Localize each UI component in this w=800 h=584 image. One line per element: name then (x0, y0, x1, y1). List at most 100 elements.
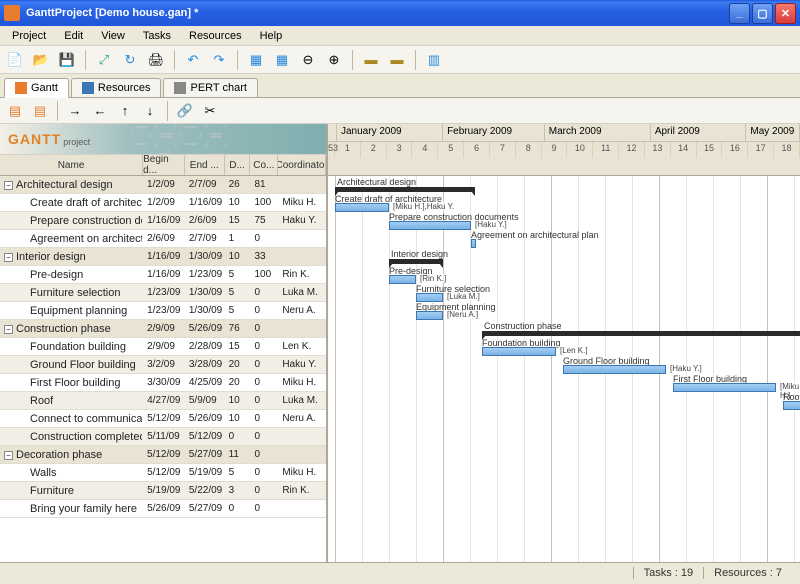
prev-icon[interactable]: ▦ (245, 49, 267, 71)
menu-resources[interactable]: Resources (181, 28, 250, 44)
table-header: Name Begin d... End ... D... Co... Coord… (0, 154, 326, 176)
table-row[interactable]: Connect to communications5/12/095/26/091… (0, 410, 326, 428)
timeline-header: January 2009February 2009March 2009April… (328, 124, 800, 176)
chart-body[interactable]: Architectural designCreate draft of arch… (328, 176, 800, 562)
menu-edit[interactable]: Edit (56, 28, 91, 44)
link-icon[interactable]: 🔗 (174, 100, 196, 122)
maximize-button[interactable]: ▢ (752, 3, 773, 24)
next-icon[interactable]: ▦ (271, 49, 293, 71)
col-name[interactable]: Name (0, 155, 143, 175)
toggle2-icon[interactable]: ▬ (386, 49, 408, 71)
statusbar: Tasks : 19 Resources : 7 (0, 562, 800, 582)
gantt-toolbar: ▤ ▤ → ← ↑ ↓ 🔗 ✂ (0, 98, 800, 124)
zoom-out-icon[interactable]: ⊖ (297, 49, 319, 71)
col-coordinator[interactable]: Coordinator (278, 155, 326, 175)
zoom-fit-icon[interactable]: ⤢ (93, 49, 115, 71)
close-button[interactable]: ✕ (775, 3, 796, 24)
col-duration[interactable]: D... (225, 155, 251, 175)
collapse-icon[interactable]: − (4, 253, 13, 262)
gantt-group-bar[interactable] (482, 331, 800, 336)
col-complete[interactable]: Co... (250, 155, 278, 175)
table-row[interactable]: Equipment planning1/23/091/30/0950Neru A… (0, 302, 326, 320)
redo-icon[interactable]: ↷ (208, 49, 230, 71)
table-row[interactable]: First Floor building3/30/094/25/09200Mik… (0, 374, 326, 392)
logo-banner: GANTT project (0, 124, 326, 154)
col-begin[interactable]: Begin d... (143, 155, 185, 175)
task-new-icon[interactable]: ▤ (4, 100, 26, 122)
tab-gantt[interactable]: Gantt (4, 78, 69, 98)
gantt-task-bar[interactable] (471, 239, 476, 248)
week-cell: 6 (464, 142, 490, 158)
table-row[interactable]: Foundation building2/9/092/28/09150Len K… (0, 338, 326, 356)
table-row[interactable]: −Architectural design1/2/092/7/092681 (0, 176, 326, 194)
table-row[interactable]: Pre-design1/16/091/23/095100Rin K. (0, 266, 326, 284)
gantt-task-bar[interactable] (335, 203, 389, 212)
pert-icon (174, 82, 186, 94)
gantt-task-bar[interactable] (783, 401, 800, 410)
moveup-icon[interactable]: ↑ (114, 100, 136, 122)
gantt-task-bar[interactable] (389, 221, 471, 230)
open-icon[interactable]: 📂 (30, 49, 52, 71)
menu-project[interactable]: Project (4, 28, 54, 44)
week-cell: 9 (542, 142, 568, 158)
month-cell: February 2009 (443, 124, 545, 141)
tab-resources[interactable]: Resources (71, 78, 162, 97)
table-row[interactable]: Ground Floor building3/2/093/28/09200Hak… (0, 356, 326, 374)
resources-icon (82, 82, 94, 94)
table-row[interactable]: Walls5/12/095/19/0950Miku H. (0, 464, 326, 482)
table-row[interactable]: −Construction phase2/9/095/26/09760 (0, 320, 326, 338)
table-row[interactable]: Furniture selection1/23/091/30/0950Luka … (0, 284, 326, 302)
gantt-task-bar[interactable] (563, 365, 666, 374)
menu-help[interactable]: Help (252, 28, 291, 44)
gantt-group-bar[interactable] (335, 187, 475, 192)
undo-icon[interactable]: ↶ (182, 49, 204, 71)
resource-chart-icon[interactable]: ▥ (423, 49, 445, 71)
main-toolbar: 📄 📂 💾 ⤢ ↻ 🖨 ↶ ↷ ▦ ▦ ⊖ ⊕ ▬ ▬ ▥ (0, 46, 800, 74)
zoom-in-icon[interactable]: ⊕ (323, 49, 345, 71)
window-title: GanttProject [Demo house.gan] * (26, 7, 729, 19)
new-icon[interactable]: 📄 (4, 49, 26, 71)
minimize-button[interactable]: _ (729, 3, 750, 24)
gantt-task-bar[interactable] (416, 293, 443, 302)
menu-view[interactable]: View (93, 28, 133, 44)
table-row[interactable]: Prepare construction documents1/16/092/6… (0, 212, 326, 230)
gantt-task-bar[interactable] (482, 347, 556, 356)
collapse-icon[interactable]: − (4, 325, 13, 334)
week-cell: 10 (567, 142, 593, 158)
table-row[interactable]: Create draft of architecture1/2/091/16/0… (0, 194, 326, 212)
table-row[interactable]: Agreement on architectural plan2/6/092/7… (0, 230, 326, 248)
table-row[interactable]: −Decoration phase5/12/095/27/09110 (0, 446, 326, 464)
task-del-icon[interactable]: ▤ (29, 100, 51, 122)
refresh-icon[interactable]: ↻ (119, 49, 141, 71)
resource-label: [Haku Y.] (668, 364, 704, 373)
gantt-label: Interior design (391, 249, 448, 259)
print-icon[interactable]: 🖨 (145, 49, 167, 71)
table-row[interactable]: Construction completed5/11/095/12/0900 (0, 428, 326, 446)
month-cell: March 2009 (545, 124, 651, 141)
table-row[interactable]: Bring your family here5/26/095/27/0900 (0, 500, 326, 518)
table-row[interactable]: Roof4/27/095/9/09100Luka M. (0, 392, 326, 410)
tab-pert[interactable]: PERT chart (163, 78, 257, 97)
indent-icon[interactable]: → (64, 100, 86, 122)
outdent-icon[interactable]: ← (89, 100, 111, 122)
resource-label: [Neru A.] (445, 310, 480, 319)
gantt-task-bar[interactable] (416, 311, 443, 320)
titlebar[interactable]: GanttProject [Demo house.gan] * _ ▢ ✕ (0, 0, 800, 26)
table-row[interactable]: Furniture5/19/095/22/0930Rin K. (0, 482, 326, 500)
table-row[interactable]: −Interior design1/16/091/30/091033 (0, 248, 326, 266)
gantt-label: Architectural design (337, 177, 416, 187)
collapse-icon[interactable]: − (4, 181, 13, 190)
toggle1-icon[interactable]: ▬ (360, 49, 382, 71)
gantt-icon (15, 82, 27, 94)
menu-tasks[interactable]: Tasks (135, 28, 179, 44)
gantt-group-bar[interactable] (389, 259, 443, 264)
col-end[interactable]: End ... (185, 155, 225, 175)
unlink-icon[interactable]: ✂ (199, 100, 221, 122)
resource-label: [Rin K.] (418, 274, 448, 283)
save-icon[interactable]: 💾 (56, 49, 78, 71)
gantt-task-bar[interactable] (389, 275, 416, 284)
movedown-icon[interactable]: ↓ (139, 100, 161, 122)
collapse-icon[interactable]: − (4, 451, 13, 460)
gantt-task-bar[interactable] (673, 383, 776, 392)
week-cell: 11 (593, 142, 619, 158)
